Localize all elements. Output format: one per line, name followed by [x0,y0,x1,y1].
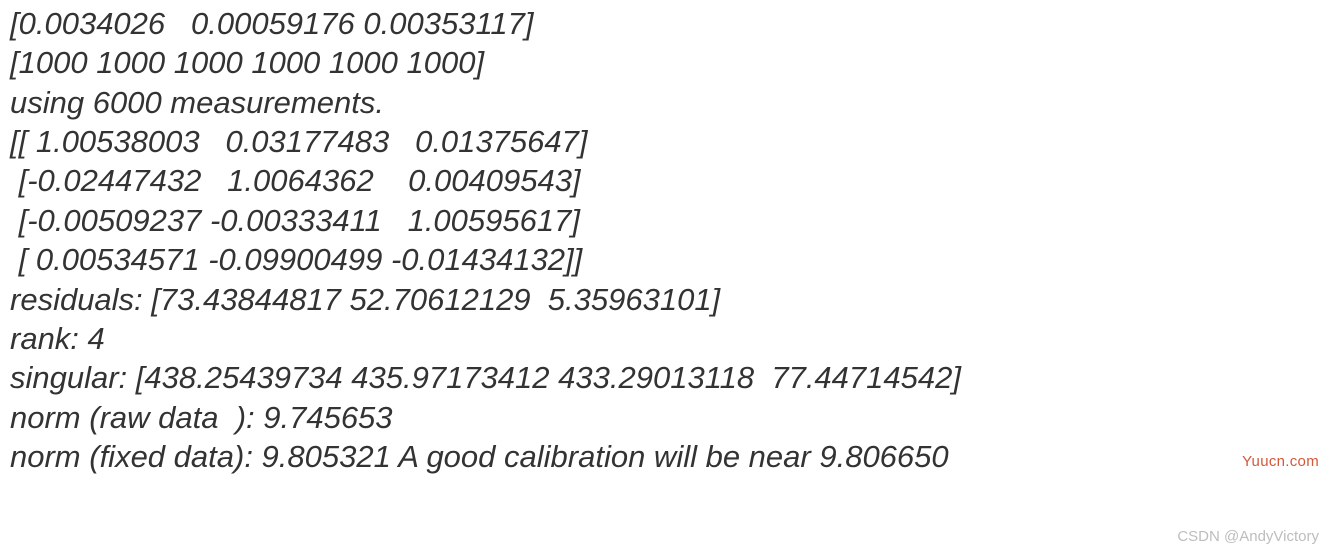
watermark-site: Yuucn.com [1242,452,1319,471]
output-line-1: [0.0034026 0.00059176 0.00353117] [10,4,1327,43]
watermark-author: CSDN @AndyVictory [1177,527,1319,546]
output-line-11: norm (raw data ): 9.745653 [10,398,1327,437]
output-line-9: rank: 4 [10,319,1327,358]
output-line-8: residuals: [73.43844817 52.70612129 5.35… [10,280,1327,319]
output-line-4: [[ 1.00538003 0.03177483 0.01375647] [10,122,1327,161]
output-line-2: [1000 1000 1000 1000 1000 1000] [10,43,1327,82]
output-line-3: using 6000 measurements. [10,83,1327,122]
output-line-12: norm (fixed data): 9.805321 A good calib… [10,437,1327,476]
output-line-7: [ 0.00534571 -0.09900499 -0.01434132]] [10,240,1327,279]
output-line-5: [-0.02447432 1.0064362 0.00409543] [10,161,1327,200]
output-line-6: [-0.00509237 -0.00333411 1.00595617] [10,201,1327,240]
output-line-10: singular: [438.25439734 435.97173412 433… [10,358,1327,397]
